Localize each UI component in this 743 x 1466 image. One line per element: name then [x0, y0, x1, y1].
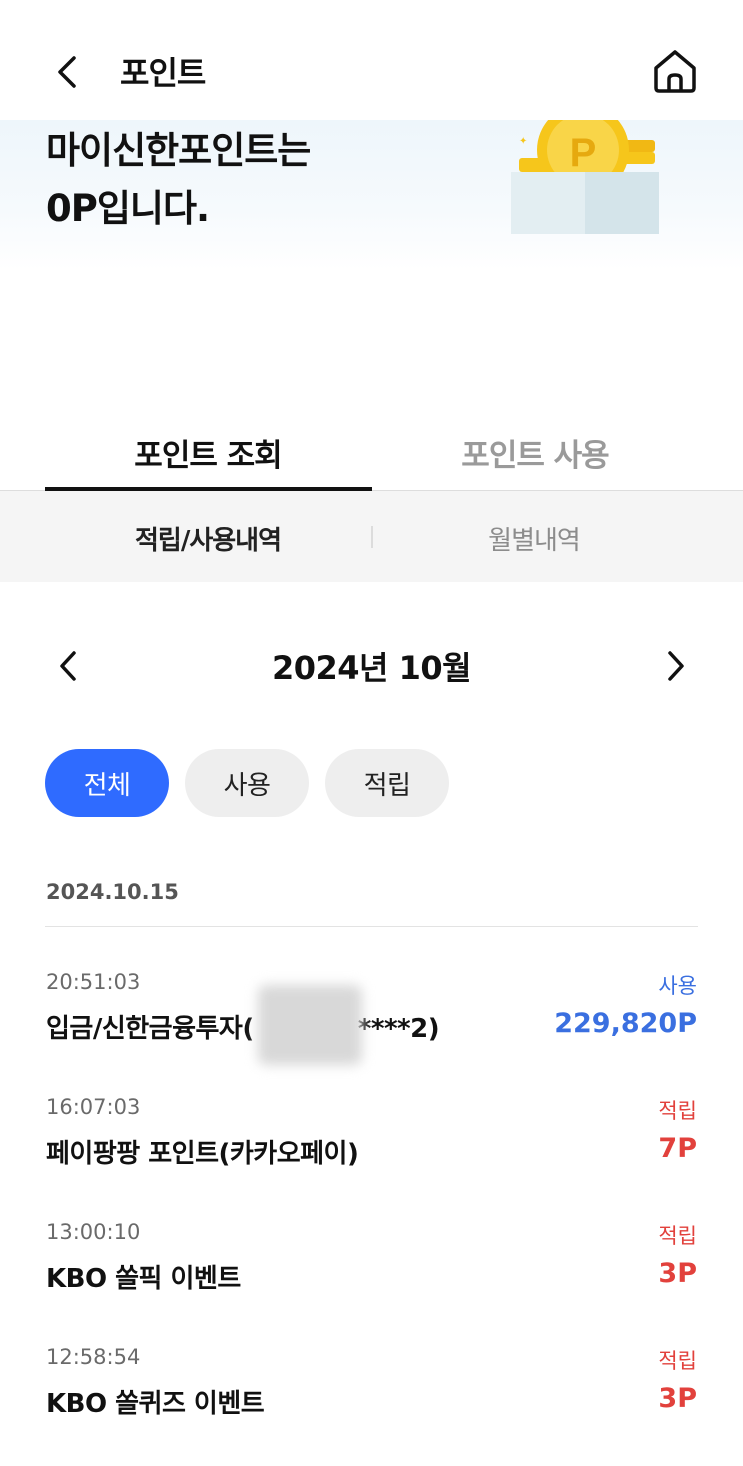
- coin-letter: P: [570, 131, 597, 175]
- subtab-monthly-history[interactable]: 월별내역: [348, 520, 720, 557]
- tx-description[interactable]: KBO 쏠픽 이벤트: [46, 1258, 241, 1295]
- tx-type-badge: 적립: [658, 1224, 697, 1248]
- filter-chip-use[interactable]: 사용: [185, 749, 309, 817]
- filter-chip-all[interactable]: 전체: [45, 749, 169, 817]
- date-group-label: 2024.10.15: [46, 880, 179, 904]
- subtab-earn-use-history[interactable]: 적립/사용내역: [22, 520, 394, 557]
- tx-time: 20:51:03: [46, 970, 141, 994]
- tx-time: 16:07:03: [46, 1095, 141, 1119]
- date-divider: [45, 926, 698, 927]
- tx-amount: 229,820P: [554, 1008, 697, 1039]
- tx-type-badge: 적립: [658, 1349, 697, 1373]
- next-month-icon[interactable]: [660, 648, 690, 684]
- tx-description[interactable]: 입금/신한금융투자( ****2): [46, 1008, 440, 1045]
- coin-box-illustration: P ✦: [511, 120, 659, 234]
- tx-amount: 3P: [658, 1258, 697, 1289]
- masked-account-number: [258, 985, 362, 1065]
- tx-description[interactable]: 페이팡팡 포인트(카카오페이): [46, 1133, 359, 1170]
- app-header: [0, 0, 743, 120]
- tx-description-suffix: ****2): [357, 1014, 440, 1044]
- points-summary-line2: 0P입니다.: [46, 187, 210, 230]
- points-summary: 마이신한포인트는 0P입니다.: [46, 122, 311, 238]
- month-label: 2024년 10월: [271, 649, 472, 687]
- tx-amount: 3P: [658, 1383, 697, 1414]
- tx-amount: 7P: [658, 1133, 697, 1164]
- points-summary-line1: 마이신한포인트는: [46, 129, 311, 172]
- tab-point-use[interactable]: 포인트 사용: [372, 430, 698, 475]
- tx-type-badge: 적립: [658, 1099, 697, 1123]
- filter-chip-earn[interactable]: 적립: [325, 749, 449, 817]
- tx-time: 12:58:54: [46, 1345, 141, 1369]
- tab-point-inquiry[interactable]: 포인트 조회: [45, 430, 371, 475]
- svg-text:✦: ✦: [519, 136, 527, 147]
- chevron-left-icon[interactable]: [52, 52, 84, 92]
- tx-time: 13:00:10: [46, 1220, 141, 1244]
- tx-type-badge: 사용: [658, 974, 697, 998]
- tx-description-prefix: 입금/신한금융투자(: [46, 1014, 254, 1044]
- page-title: 포인트: [120, 54, 206, 92]
- home-icon[interactable]: [650, 46, 700, 96]
- tx-description[interactable]: KBO 쏠퀴즈 이벤트: [46, 1383, 265, 1420]
